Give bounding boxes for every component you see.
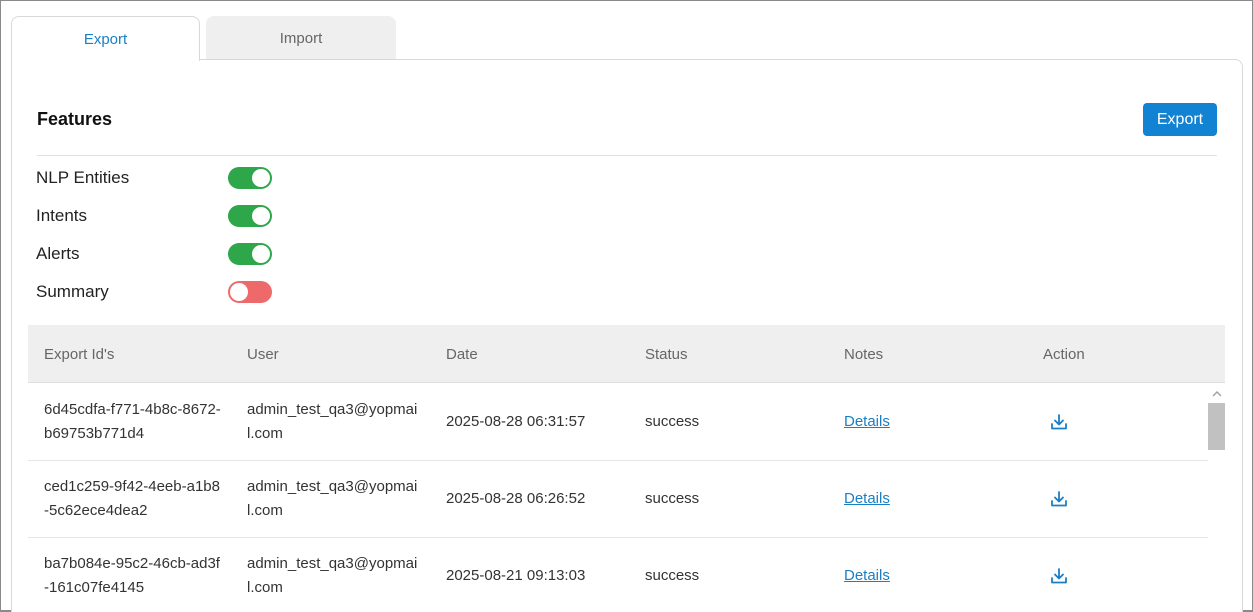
notes-cell: Details bbox=[844, 384, 994, 460]
date-cell: 2025-08-21 09:13:03 bbox=[446, 567, 586, 584]
feature-label: NLP Entities bbox=[36, 168, 130, 187]
feature-toggle[interactable] bbox=[228, 281, 272, 303]
toggle-knob bbox=[252, 169, 270, 187]
details-link[interactable]: Details bbox=[844, 564, 890, 588]
download-icon bbox=[1051, 491, 1067, 507]
features-title: Features bbox=[37, 109, 113, 129]
export-id-cell: 6d45cdfa-f771-4b8c-8672-b69753b771d4 bbox=[44, 401, 221, 442]
column-header-date: Date bbox=[446, 345, 478, 363]
status-cell: success bbox=[645, 413, 700, 430]
toggle-knob bbox=[252, 245, 270, 263]
details-link[interactable]: Details bbox=[844, 410, 890, 434]
download-button[interactable] bbox=[1049, 489, 1069, 509]
download-button[interactable] bbox=[1049, 412, 1069, 432]
column-header-status: Status bbox=[645, 345, 688, 363]
details-link[interactable]: Details bbox=[844, 487, 890, 511]
column-header-action: Action bbox=[1043, 345, 1085, 363]
column-header-notes: Notes bbox=[844, 345, 884, 363]
toggle-knob bbox=[252, 207, 270, 225]
table-row: 6d45cdfa-f771-4b8c-8672-b69753b771d4 admi… bbox=[28, 384, 1208, 461]
table-body: 6d45cdfa-f771-4b8c-8672-b69753b771d4 admi… bbox=[28, 384, 1208, 612]
user-cell: admin_test_qa3@yopmail.com bbox=[247, 555, 418, 596]
feature-row: Alerts bbox=[36, 242, 272, 266]
status-cell: success bbox=[645, 567, 700, 584]
export-id-cell: ba7b084e-95c2-46cb-ad3f-161c07fe4145 bbox=[44, 555, 220, 596]
status-cell: success bbox=[645, 490, 700, 507]
chevron-up-icon bbox=[1212, 390, 1221, 396]
action-cell bbox=[1049, 461, 1089, 537]
notes-cell: Details bbox=[844, 538, 994, 612]
feature-row: Summary bbox=[36, 280, 272, 304]
column-header-export-id: Export Id's bbox=[44, 345, 115, 363]
action-cell bbox=[1049, 384, 1089, 460]
export-id-cell: ced1c259-9f42-4eeb-a1b8-5c62ece4dea2 bbox=[44, 478, 220, 519]
table-row: ced1c259-9f42-4eeb-a1b8-5c62ece4dea2 admi… bbox=[28, 461, 1208, 538]
feature-label: Summary bbox=[36, 282, 109, 301]
feature-toggle[interactable] bbox=[228, 167, 272, 189]
feature-toggle[interactable] bbox=[228, 205, 272, 227]
download-icon bbox=[1051, 414, 1067, 430]
date-cell: 2025-08-28 06:26:52 bbox=[446, 490, 586, 507]
divider bbox=[37, 155, 1217, 156]
user-cell: admin_test_qa3@yopmail.com bbox=[247, 401, 418, 442]
scroll-up-arrow[interactable] bbox=[1208, 386, 1225, 400]
feature-toggle[interactable] bbox=[228, 243, 272, 265]
feature-row: Intents bbox=[36, 204, 272, 228]
toggle-knob bbox=[230, 283, 248, 301]
table-row: ba7b084e-95c2-46cb-ad3f-161c07fe4145 admi… bbox=[28, 538, 1208, 612]
user-cell: admin_test_qa3@yopmail.com bbox=[247, 478, 418, 519]
action-cell bbox=[1049, 538, 1089, 612]
export-button[interactable]: Export bbox=[1143, 103, 1217, 136]
date-cell: 2025-08-28 06:31:57 bbox=[446, 413, 586, 430]
feature-row: NLP Entities bbox=[36, 166, 272, 190]
download-icon bbox=[1051, 568, 1067, 584]
notes-cell: Details bbox=[844, 461, 994, 537]
column-header-user: User bbox=[247, 345, 279, 363]
download-button[interactable] bbox=[1049, 566, 1069, 586]
scrollbar-thumb[interactable] bbox=[1208, 403, 1225, 450]
feature-label: Alerts bbox=[36, 244, 80, 263]
feature-label: Intents bbox=[36, 206, 88, 225]
table-header: Export Id's User Date Status Notes Actio… bbox=[28, 325, 1225, 383]
tab-import[interactable]: Import bbox=[206, 16, 396, 60]
tab-export[interactable]: Export bbox=[11, 16, 200, 61]
